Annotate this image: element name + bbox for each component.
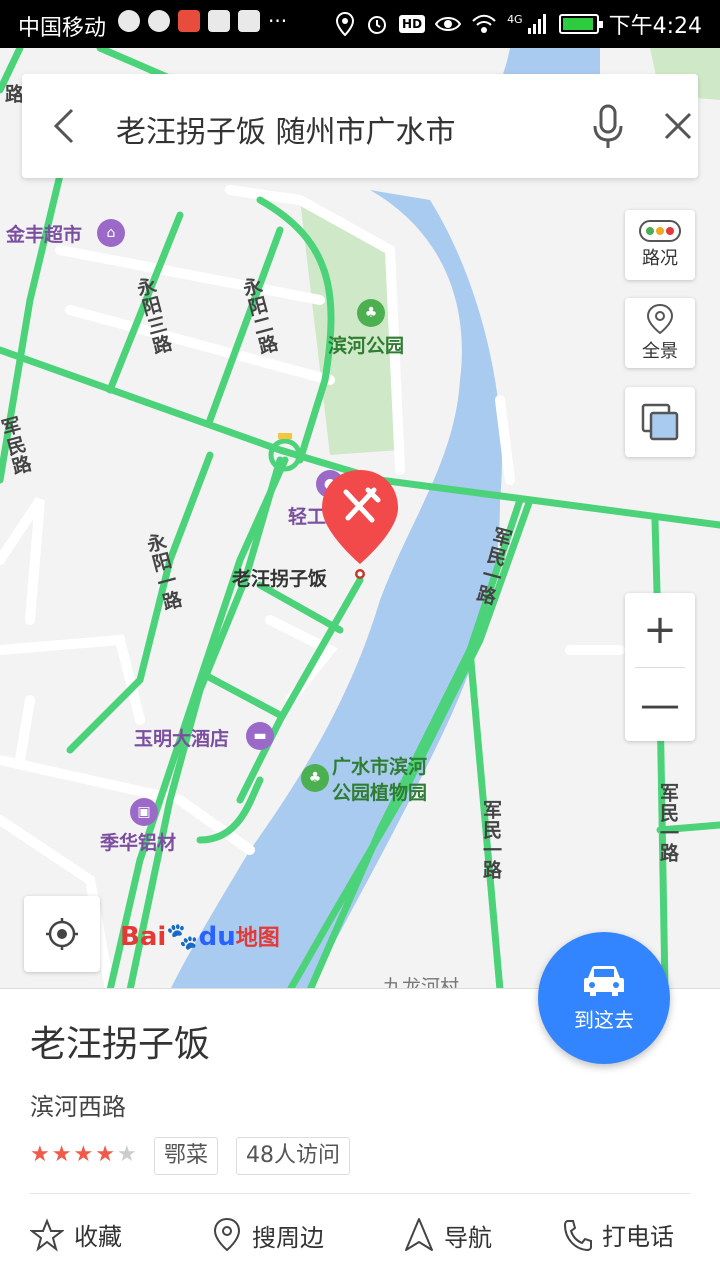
road-label-junmin-low: 军民一路 [480,800,502,880]
fork-knife-pin-icon [322,470,398,579]
call-button[interactable]: 打电话 [562,1217,674,1252]
rating-star-icon: ★ [116,1142,137,1167]
panorama-label: 全景 [642,341,678,362]
place-address: 滨河西路 [30,1093,126,1121]
call-label: 打电话 [602,1223,674,1251]
location-status-icon [336,12,355,36]
wifi-status-icon [472,14,496,33]
layers-button[interactable] [625,387,695,457]
rating-star-icon: ★ [30,1142,50,1167]
network-type: 4G [507,12,523,26]
zoom-out-button[interactable]: — [625,668,695,742]
hd-badge: HD [399,15,426,33]
favorite-label: 收藏 [74,1223,122,1251]
sina-notification-icon [178,10,200,32]
map-notification-icon [208,10,230,32]
shopping-basket-icon[interactable]: ⌂ [97,219,125,247]
location-pin-icon [213,1217,241,1252]
navigate-label: 导航 [444,1223,492,1252]
favorite-button[interactable]: 收藏 [30,1217,122,1252]
search-bar[interactable]: 老汪拐子饭 随州市广水市 [22,74,698,178]
park-tree-icon[interactable]: ♣ [357,299,385,327]
rating-star-icon: ★ [51,1142,72,1167]
navigate-button[interactable]: 导航 [404,1217,492,1253]
go-here-button[interactable]: 到这去 [538,932,670,1064]
status-icons: HD 4G 下午4:24 [335,8,702,40]
zoom-control: + — [625,593,695,741]
shopping-bag-icon[interactable]: ▣ [130,798,158,826]
road-label-junmin-right: 军民一路 [657,783,679,863]
traffic-light-icon [639,220,681,242]
back-arrow-icon[interactable] [46,104,86,148]
action-bar: 收藏 搜周边 导航 打电话 [0,1209,720,1269]
layers-icon [641,403,679,441]
garden-tree-icon[interactable]: ♣ [301,764,329,792]
paw-icon: 🐾 [166,922,199,952]
hand-notification-icon [148,10,170,32]
cuisine-tag: 鄂菜 [154,1137,219,1175]
microphone-icon[interactable] [588,102,628,150]
poi-jihua-label[interactable]: 季华铝材 [100,828,176,855]
phone-icon [563,1219,592,1251]
battery-icon [558,14,603,34]
rating-star-icon: ★ [73,1142,94,1167]
panorama-button[interactable]: 全景 [625,298,695,368]
go-here-label: 到这去 [574,1007,634,1032]
marker-label[interactable]: 老汪拐子饭 [232,564,327,591]
nearby-label: 搜周边 [252,1223,324,1252]
navigation-arrow-icon [405,1218,433,1251]
more-notifications-icon: ··· [268,9,288,33]
alarm-status-icon [368,16,387,34]
restaurant-marker[interactable] [320,468,400,580]
poi-guangshui-park-label-2[interactable]: 公园植物园 [332,778,427,805]
star-rating: ★ ★ ★ ★ ★ [30,1141,137,1169]
hotel-bed-icon[interactable]: ▬ [246,722,274,750]
clock: 下午4:24 [608,14,702,39]
close-icon[interactable] [658,106,698,146]
divider [30,1193,690,1194]
panorama-pin-icon [646,303,674,335]
rating-star-icon: ★ [95,1142,115,1167]
video-notification-icon [238,10,260,32]
crosshair-icon [46,918,78,950]
signal-status-icon [527,14,546,34]
poi-binhe-park-label[interactable]: 滨河公园 [328,331,404,358]
baidu-map-logo: Bai🐾du地图 [120,922,280,952]
traffic-button[interactable]: 路况 [625,210,695,280]
poi-jinfeng-label[interactable]: 金丰超市 [6,220,82,247]
search-query-text[interactable]: 老汪拐子饭 随州市广水市 [116,107,456,151]
notification-icons: ··· [118,10,287,32]
status-bar: 中国移动 ··· HD 4G 下午4:24 [0,0,720,48]
poi-yuming-label[interactable]: 玉明大酒店 [134,724,229,751]
place-title: 老汪拐子饭 [30,1024,211,1065]
village-label: 九龙河村 [383,976,460,988]
nearby-search-button[interactable]: 搜周边 [212,1217,324,1253]
locate-me-button[interactable] [24,896,100,972]
car-icon [584,965,624,996]
star-outline-icon [30,1217,64,1252]
traffic-label: 路况 [642,248,678,269]
carrier-name: 中国移动 [18,16,107,41]
zoom-in-button[interactable]: + [625,593,695,667]
poi-guangshui-park-label-1[interactable]: 广水市滨河 [332,752,427,779]
visits-tag: 48人访问 [236,1137,350,1175]
eye-status-icon [435,17,462,31]
browser-notification-icon [118,10,140,32]
